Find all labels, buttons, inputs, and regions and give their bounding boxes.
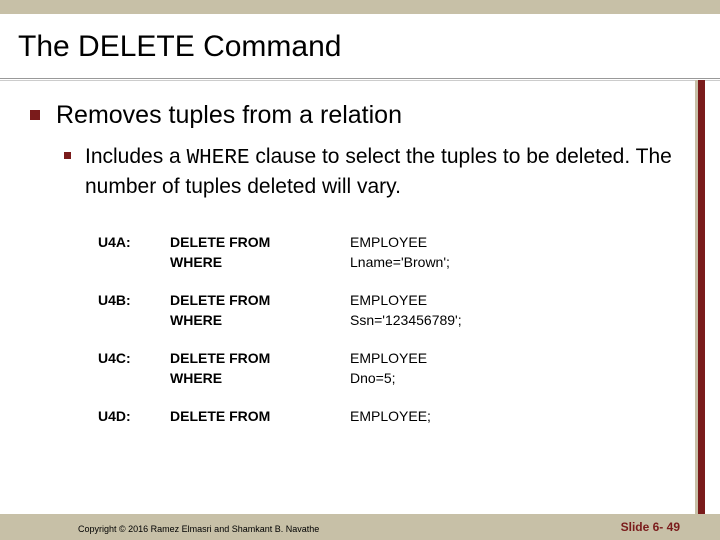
sql-statement: U4D:DELETE FROMEMPLOYEE; xyxy=(98,408,658,424)
sql-argument: Ssn='123456789'; xyxy=(350,312,658,328)
sql-statement: U4A:DELETE FROMEMPLOYEEWHERELname='Brown… xyxy=(98,234,658,270)
statement-id xyxy=(98,254,170,270)
sql-statement: U4C:DELETE FROMEMPLOYEEWHEREDno=5; xyxy=(98,350,658,386)
title-wrap: The DELETE Command xyxy=(18,30,702,64)
sql-argument: Lname='Brown'; xyxy=(350,254,658,270)
statement-id: U4D: xyxy=(98,408,170,424)
slide: The DELETE Command Removes tuples from a… xyxy=(0,0,720,540)
sql-keyword: DELETE FROM xyxy=(170,408,350,424)
sql-examples: U4A:DELETE FROMEMPLOYEEWHERELname='Brown… xyxy=(98,234,658,446)
right-accent-bar xyxy=(695,80,705,540)
slide-number: Slide 6- 49 xyxy=(621,520,680,534)
bullet2-text: Includes a WHERE clause to select the tu… xyxy=(85,143,680,200)
sql-argument: EMPLOYEE xyxy=(350,292,658,308)
sql-argument: EMPLOYEE; xyxy=(350,408,658,424)
right-accent-bar-inner xyxy=(695,80,698,540)
divider-line-shadow xyxy=(0,80,720,81)
body-content: Removes tuples from a relation Includes … xyxy=(30,100,680,208)
sql-keyword: WHERE xyxy=(170,254,350,270)
bullet-level1: Removes tuples from a relation xyxy=(30,100,680,131)
sql-argument: Dno=5; xyxy=(350,370,658,386)
statement-id: U4A: xyxy=(98,234,170,250)
bullet-level2: Includes a WHERE clause to select the tu… xyxy=(64,143,680,200)
sql-keyword: WHERE xyxy=(170,312,350,328)
slide-title: The DELETE Command xyxy=(18,30,702,64)
bullet2-part-a: Includes a xyxy=(85,145,187,168)
sql-argument: EMPLOYEE xyxy=(350,350,658,366)
sql-keyword: DELETE FROM xyxy=(170,234,350,250)
statement-id: U4C: xyxy=(98,350,170,366)
statement-id: U4B: xyxy=(98,292,170,308)
bullet1-text: Removes tuples from a relation xyxy=(56,100,402,131)
top-bar xyxy=(0,0,720,14)
sql-keyword: DELETE FROM xyxy=(170,350,350,366)
sql-keyword: DELETE FROM xyxy=(170,292,350,308)
sql-keyword: WHERE xyxy=(170,370,350,386)
square-bullet-icon xyxy=(30,110,40,120)
sql-argument: EMPLOYEE xyxy=(350,234,658,250)
bullet2-code: WHERE xyxy=(187,147,250,170)
divider-line xyxy=(0,78,720,79)
sql-statement: U4B:DELETE FROMEMPLOYEEWHERESsn='1234567… xyxy=(98,292,658,328)
copyright-text: Copyright © 2016 Ramez Elmasri and Shamk… xyxy=(78,524,319,534)
square-bullet-icon xyxy=(64,152,71,159)
statement-id xyxy=(98,370,170,386)
statement-id xyxy=(98,312,170,328)
